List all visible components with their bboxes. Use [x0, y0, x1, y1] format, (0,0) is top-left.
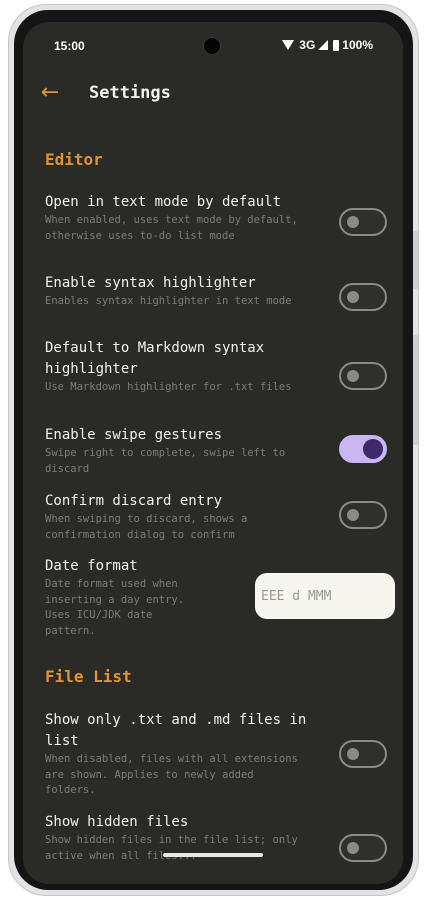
setting-text-mode[interactable]: Open in text mode by default When enable… [45, 192, 387, 244]
setting-markdown-default[interactable]: Default to Markdown syntax highlighter U… [45, 338, 387, 396]
setting-summary: When enabled, uses text mode by default,… [45, 214, 298, 242]
wifi-icon [282, 40, 295, 50]
date-format-input[interactable]: EEE d MMM [255, 573, 395, 619]
section-header-editor: Editor [45, 150, 103, 169]
confirm-discard-toggle[interactable] [339, 501, 387, 529]
settings-list[interactable]: Editor Open in text mode by default When… [23, 118, 403, 884]
back-arrow-icon[interactable]: ← [37, 80, 63, 106]
status-icons: 3G 100% [282, 38, 373, 52]
volume-button [413, 231, 418, 289]
section-header-file-list: File List [45, 667, 132, 686]
page-title: Settings [89, 83, 171, 103]
signal-icon [318, 40, 329, 50]
setting-summary: Date format used when inserting a day en… [45, 578, 185, 637]
setting-syntax-highlighter[interactable]: Enable syntax highlighter Enables syntax… [45, 273, 387, 311]
swipe-gestures-toggle[interactable] [339, 435, 387, 463]
setting-title: Open in text mode by default [45, 194, 282, 210]
setting-title: Default to Markdown syntax highlighter [45, 340, 265, 377]
battery-level: 100% [342, 38, 373, 52]
status-bar: 15:00 3G 100% [23, 22, 403, 70]
setting-title: Confirm discard entry [45, 493, 223, 509]
txt-md-only-toggle[interactable] [339, 740, 387, 768]
screen: 15:00 3G 100% ← Settings Editor Open in … [23, 22, 403, 884]
setting-summary: Show hidden files in the file list; only… [45, 834, 298, 862]
setting-title: Enable syntax highlighter [45, 275, 256, 291]
setting-title: Enable swipe gestures [45, 427, 223, 443]
setting-confirm-discard[interactable]: Confirm discard entry When swiping to di… [45, 491, 387, 543]
text-mode-toggle[interactable] [339, 208, 387, 236]
setting-summary: Swipe right to complete, swipe left to d… [45, 447, 286, 475]
syntax-highlighter-toggle[interactable] [339, 283, 387, 311]
gesture-nav-handle[interactable] [163, 853, 263, 857]
markdown-default-toggle[interactable] [339, 362, 387, 390]
power-button [413, 335, 418, 445]
setting-summary: When swiping to discard, shows a confirm… [45, 513, 248, 541]
top-app-bar: ← Settings [23, 70, 403, 118]
setting-txt-md-only[interactable]: Show only .txt and .md files in list Whe… [45, 710, 387, 799]
setting-date-format[interactable]: Date format Date format used when insert… [45, 556, 395, 639]
status-time: 15:00 [54, 39, 85, 53]
setting-swipe-gestures[interactable]: Enable swipe gestures Swipe right to com… [45, 425, 387, 477]
front-camera [203, 37, 221, 55]
setting-summary: Enables syntax highlighter in text mode [45, 295, 292, 307]
setting-title: Show only .txt and .md files in list [45, 712, 307, 749]
hidden-files-toggle[interactable] [339, 834, 387, 862]
setting-summary: When disabled, files with all extensions… [45, 753, 298, 796]
battery-icon [333, 39, 340, 51]
setting-title: Show hidden files [45, 814, 189, 830]
network-type: 3G [299, 38, 316, 52]
setting-summary: Use Markdown highlighter for .txt files [45, 381, 292, 393]
